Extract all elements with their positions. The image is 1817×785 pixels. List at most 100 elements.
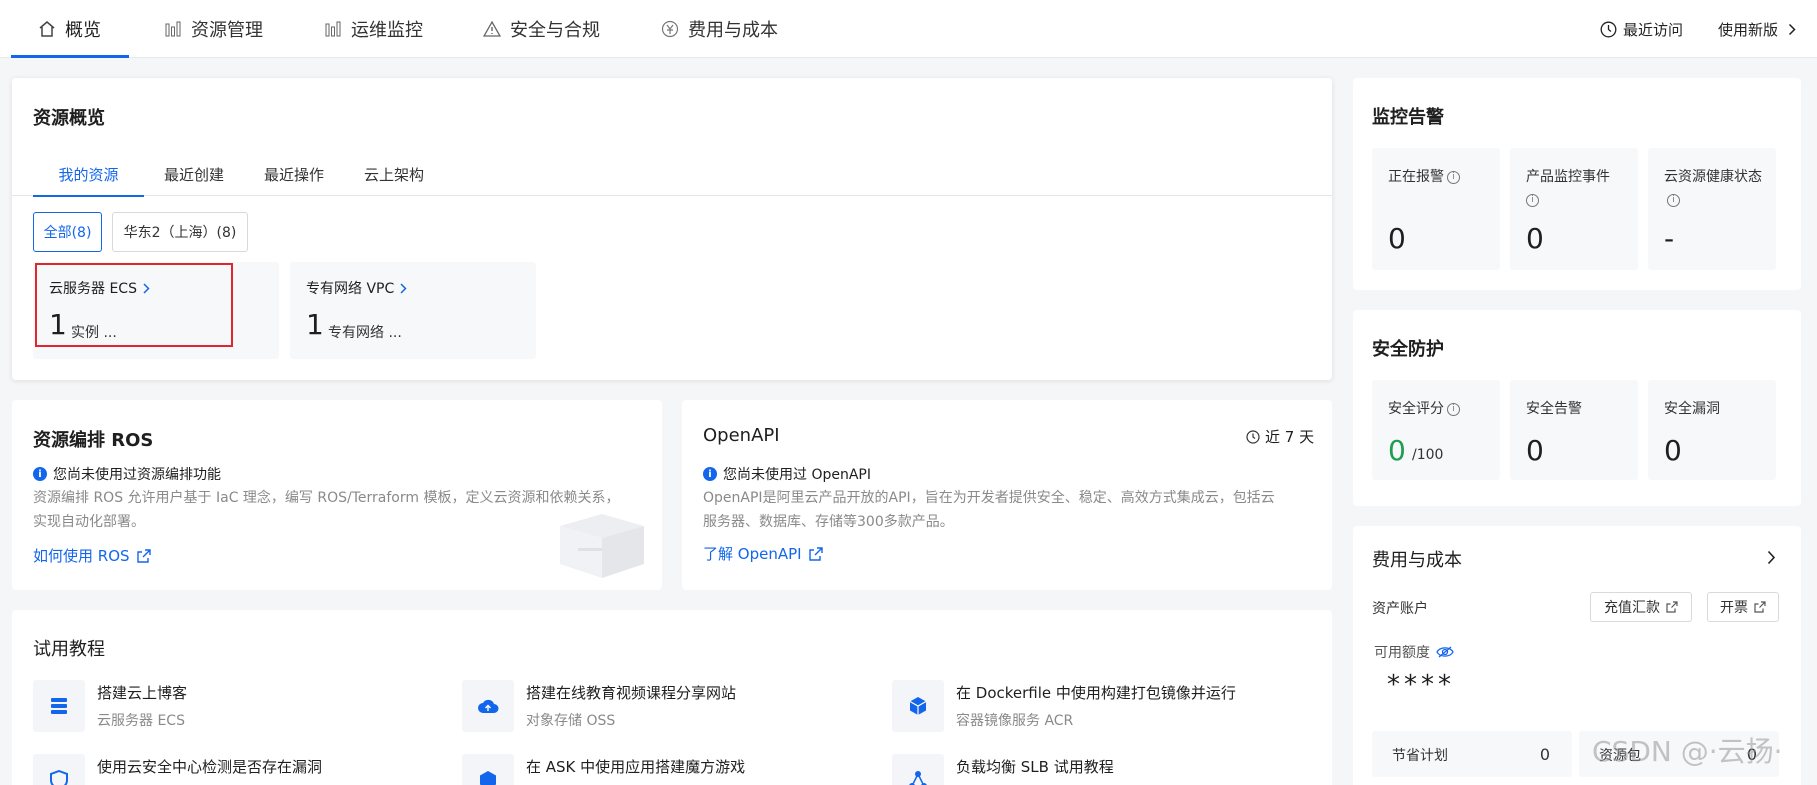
empty-box-illustration	[552, 508, 652, 580]
tutorial-item[interactable]: 在 ASK 中使用应用搭建魔方游戏	[462, 754, 882, 785]
shield-icon	[33, 754, 85, 785]
info-icon: i	[1447, 402, 1460, 416]
recent-visits-label: 最近访问	[1623, 20, 1684, 39]
tab-security-compliance[interactable]: 安全与合规	[482, 0, 600, 58]
openapi-learn-link[interactable]: 了解 OpenAPI	[703, 543, 824, 564]
stat-security-score[interactable]: 安全评分 i 0 /100	[1372, 380, 1500, 480]
stat-label-text: 安全评分	[1388, 401, 1444, 417]
openapi-card: OpenAPI 近 7 天 i 您尚未使用过 OpenAPI OpenAPI是阿…	[682, 400, 1332, 590]
stat-label: 安全漏洞	[1664, 401, 1720, 417]
tutorial-title: 搭建云上博客	[97, 684, 188, 702]
tutorial-title: 搭建在线教育视频课程分享网站	[526, 684, 737, 702]
tutorial-item[interactable]: 负载均衡 SLB 试用教程	[892, 754, 1312, 785]
tutorial-title: 在 Dockerfile 中使用构建打包镜像并运行	[956, 684, 1236, 702]
filter-all[interactable]: 全部(8)	[33, 212, 102, 252]
tab-resource-management[interactable]: 资源管理	[163, 0, 263, 58]
stat-label: 安全告警	[1526, 401, 1582, 417]
stat-security-alerts[interactable]: 安全告警 0	[1510, 380, 1638, 480]
info-icon: i	[1447, 170, 1460, 184]
stat-label: 安全评分 i	[1388, 398, 1488, 421]
openapi-notice: i 您尚未使用过 OpenAPI	[703, 464, 871, 484]
tab-label: 运维监控	[351, 20, 423, 41]
external-link-icon	[1666, 601, 1678, 613]
ros-howto-link[interactable]: 如何使用 ROS	[33, 545, 152, 566]
tutorial-title: 在 ASK 中使用应用搭建魔方游戏	[526, 758, 746, 776]
ros-card: 资源编排 ROS i 您尚未使用过资源编排功能 资源编排 ROS 允许用户基于 …	[12, 400, 662, 590]
tab-ops-monitoring[interactable]: 运维监控	[323, 0, 423, 58]
available-credit: 可用额度	[1374, 642, 1454, 662]
openapi-notice-text: 您尚未使用过 OpenAPI	[723, 467, 871, 483]
tab-overview[interactable]: 概览	[11, 0, 129, 58]
tutorial-item[interactable]: 搭建云上博客 云服务器 ECS	[33, 680, 453, 736]
subtab-recent-created[interactable]: 最近创建	[144, 152, 244, 196]
monitoring-title: 监控告警	[1372, 107, 1444, 128]
stat-label-text: 产品监控事件	[1526, 169, 1610, 185]
security-title: 安全防护	[1372, 339, 1444, 360]
chevron-right-icon	[1788, 23, 1796, 36]
tutorial-item[interactable]: 使用云安全中心检测是否存在漏洞	[33, 754, 453, 785]
external-link-icon	[136, 548, 152, 564]
plan-value: 0	[1539, 745, 1550, 764]
stat-value: 0	[1526, 222, 1544, 255]
selection-highlight	[35, 263, 233, 347]
security-card: 安全防护 安全评分 i 0 /100 安全告警 0 安全漏洞 0	[1353, 310, 1801, 506]
resource-name: 专有网络 VPC	[306, 278, 407, 298]
tutorial-product: 容器镜像服务 ACR	[956, 713, 1074, 729]
server-icon	[33, 680, 85, 732]
subtab-recent-operations[interactable]: 最近操作	[244, 152, 344, 196]
stat-value: 0	[1526, 434, 1544, 467]
stat-alarming[interactable]: 正在报警 i 0	[1372, 148, 1500, 270]
stat-value: -	[1664, 222, 1675, 255]
asset-account-label: 资产账户	[1372, 601, 1428, 617]
tab-label: 概览	[65, 20, 101, 41]
tab-label: 资源管理	[191, 20, 263, 41]
subtab-cloud-architecture[interactable]: 云上架构	[344, 152, 444, 196]
clock-icon	[1600, 21, 1617, 38]
bar-chart-icon	[323, 19, 343, 39]
plan-savings[interactable]: 节省计划 0	[1372, 731, 1572, 777]
info-icon: i	[33, 467, 47, 481]
ros-notice-text: 您尚未使用过资源编排功能	[53, 467, 221, 483]
stat-label-text: 云资源健康状态	[1664, 169, 1762, 185]
subtab-my-resources[interactable]: 我的资源	[33, 152, 144, 197]
tutorial-item[interactable]: 搭建在线教育视频课程分享网站 对象存储 OSS	[462, 680, 882, 736]
stat-health[interactable]: 云资源健康状态 i -	[1648, 148, 1776, 270]
recharge-label: 充值汇款	[1604, 600, 1660, 616]
resource-card-vpc[interactable]: 专有网络 VPC 1 专有网络 ...	[290, 262, 536, 359]
use-new-version-button[interactable]: 使用新版	[1718, 0, 1796, 58]
openapi-description: OpenAPI是阿里云产品开放的API，旨在为开发者提供安全、稳定、高效方式集成…	[703, 486, 1328, 534]
resource-unit: 专有网络 ...	[328, 325, 402, 341]
eye-off-icon[interactable]	[1436, 645, 1454, 659]
tab-cost[interactable]: 费用与成本	[660, 0, 778, 58]
invoice-button[interactable]: 开票	[1707, 592, 1779, 622]
period-label: 近 7 天	[1265, 428, 1315, 446]
currency-icon	[660, 19, 680, 39]
ros-notice: i 您尚未使用过资源编排功能	[33, 464, 221, 484]
clock-icon	[1246, 429, 1260, 444]
tutorial-item[interactable]: 在 Dockerfile 中使用构建打包镜像并运行 容器镜像服务 ACR	[892, 680, 1312, 736]
cloud-upload-icon	[462, 680, 514, 732]
new-version-label: 使用新版	[1718, 20, 1779, 39]
resource-overview-title: 资源概览	[33, 108, 105, 129]
top-nav: 概览 资源管理 运维监控 安全与合规 费用与成本 最近访问 使用新版	[0, 0, 1817, 58]
external-link-icon	[808, 546, 824, 562]
cube-icon	[892, 680, 944, 732]
stat-security-vulns[interactable]: 安全漏洞 0	[1648, 380, 1776, 480]
filter-region-shanghai[interactable]: 华东2（上海）(8)	[112, 212, 248, 252]
recharge-button[interactable]: 充值汇款	[1590, 592, 1692, 622]
bar-chart-icon	[163, 19, 183, 39]
stat-label: 产品监控事件 i	[1526, 166, 1626, 212]
chevron-right-icon[interactable]	[1767, 550, 1776, 569]
recent-visits-button[interactable]: 最近访问	[1600, 0, 1683, 58]
stat-value: 0	[1388, 434, 1406, 467]
tutorials-card: 试用教程 搭建云上博客 云服务器 ECS 搭建在线教育视频课程分享网站 对象存储…	[12, 610, 1332, 785]
period-selector[interactable]: 近 7 天	[1246, 426, 1314, 447]
stat-value: 0	[1664, 434, 1682, 467]
openapi-desc-line: 服务器、数据库、存储等300多款产品。	[703, 514, 954, 530]
stat-label: 正在报警 i	[1388, 166, 1488, 189]
stat-product-events[interactable]: 产品监控事件 i 0	[1510, 148, 1638, 270]
tutorials-title: 试用教程	[33, 639, 105, 660]
tutorial-title: 使用云安全中心检测是否存在漏洞	[97, 758, 323, 776]
resource-name-text: 专有网络 VPC	[306, 281, 395, 297]
home-icon	[37, 19, 57, 39]
